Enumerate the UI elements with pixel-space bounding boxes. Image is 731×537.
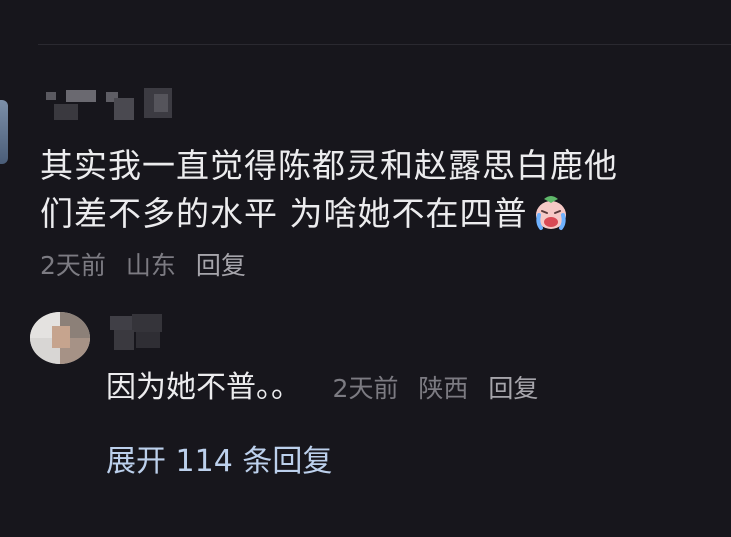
top-divider: [38, 44, 731, 45]
reply-reply-button[interactable]: 回复: [488, 374, 538, 403]
crying-face-emoji-icon: [532, 195, 570, 231]
comment-time: 2天前: [40, 251, 106, 280]
comment-text: 其实我一直觉得陈都灵和赵露思白鹿他 们差不多的水平 为啥她不在四普: [40, 142, 680, 238]
cropped-avatar-edge: [0, 100, 8, 164]
comment-text-line-1: 其实我一直觉得陈都灵和赵露思白鹿他: [40, 146, 618, 185]
reply-location: 陕西: [418, 374, 469, 403]
reply-text: 因为她不普。。: [106, 370, 301, 405]
reply-avatar[interactable]: [30, 312, 90, 364]
reply-time: 2天前: [332, 374, 399, 403]
comment-meta: 2天前 山东 回复: [40, 246, 258, 282]
comment-text-line-2: 们差不多的水平 为啥她不在四普: [40, 194, 528, 233]
reply-row: 因为她不普。。 2天前 陕西 回复: [106, 366, 550, 411]
reply-username-blurred[interactable]: [110, 314, 170, 354]
comment-username-blurred[interactable]: [44, 86, 194, 126]
comment-location: 山东: [125, 251, 176, 280]
expand-replies-button[interactable]: 展开 114 条回复: [106, 440, 332, 484]
comment-reply-button[interactable]: 回复: [196, 251, 246, 280]
reply-meta: 2天前 陕西 回复: [333, 374, 551, 403]
